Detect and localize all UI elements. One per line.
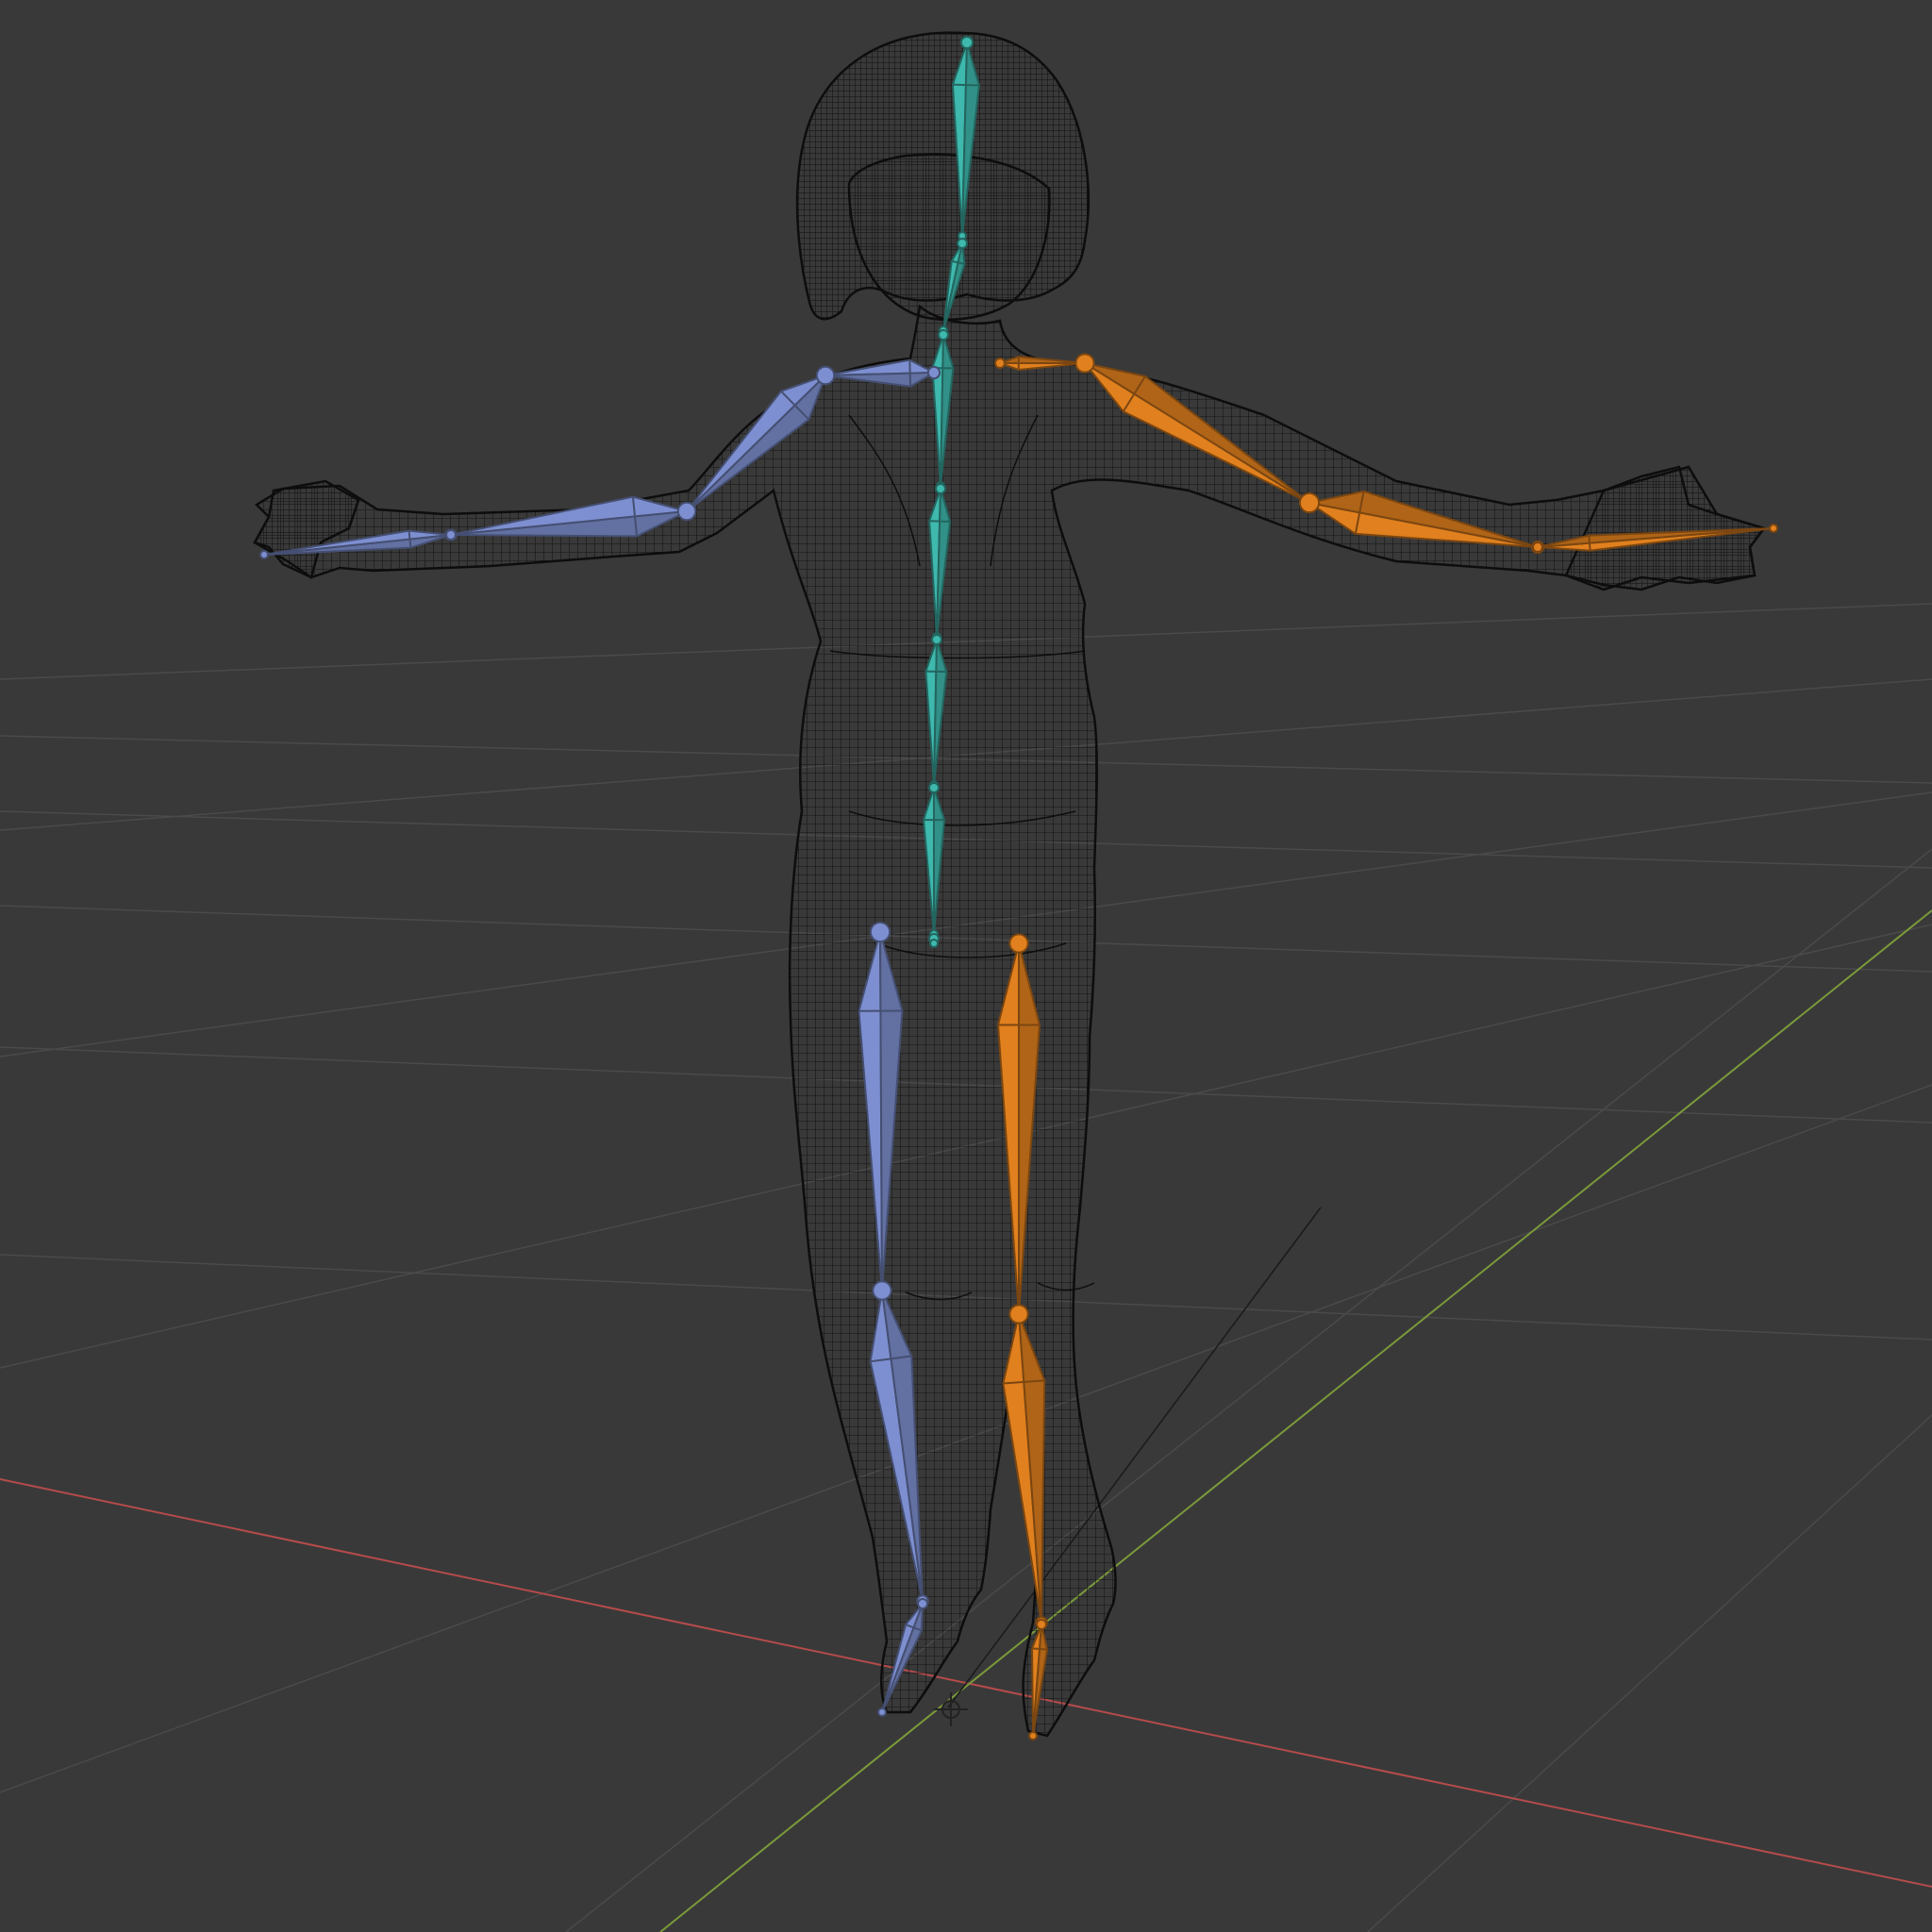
- bone-tail-joint: [1769, 524, 1778, 533]
- bone-ridge: [952, 83, 979, 87]
- bone-head-joint: [1074, 353, 1095, 374]
- bone-hips[interactable]: [928, 933, 940, 948]
- bone-head-joint: [994, 358, 1006, 369]
- bone-head-joint: [445, 529, 457, 541]
- bone-head-joint: [1008, 933, 1029, 954]
- bone-head-joint: [1036, 1619, 1047, 1630]
- bone-head-joint: [1008, 1304, 1029, 1324]
- bone-ridge: [1031, 1647, 1048, 1651]
- bone-head-joint: [676, 501, 697, 522]
- bone-head-joint: [1532, 541, 1543, 553]
- bone-tail-joint: [877, 1707, 887, 1717]
- bone-ridge: [908, 359, 912, 387]
- bone-head-joint: [928, 782, 940, 793]
- bone-head-joint: [957, 238, 968, 249]
- bone-tail-joint: [259, 550, 269, 559]
- bone-head-joint: [1298, 491, 1321, 514]
- 3d-viewport[interactable]: [0, 0, 1932, 1932]
- bone-head-joint: [815, 365, 836, 386]
- bone-ridge: [1588, 535, 1591, 551]
- bone-tail-joint: [1028, 1731, 1038, 1740]
- bone-tail-joint: [929, 939, 939, 948]
- bone-head-joint: [872, 1280, 892, 1301]
- bone-head-joint: [938, 329, 949, 341]
- bone-ridge: [929, 520, 951, 523]
- bone-head-joint: [959, 35, 974, 50]
- viewport-scene[interactable]: [0, 0, 1932, 1932]
- bone-head-joint: [869, 921, 891, 943]
- bone-head-joint: [931, 634, 942, 645]
- bone-head-joint: [926, 365, 941, 380]
- bone-head-joint: [935, 483, 946, 494]
- bone-head-joint: [917, 1598, 928, 1609]
